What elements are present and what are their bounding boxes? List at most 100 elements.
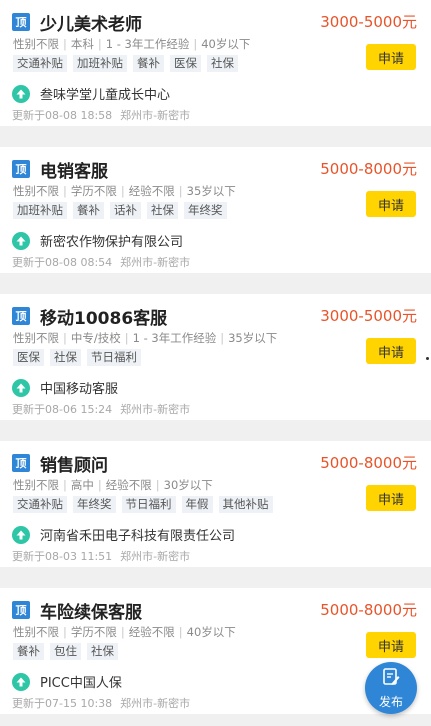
requirement: 性别不限	[13, 331, 59, 345]
benefit-tag: 医保	[170, 55, 201, 72]
job-title[interactable]: 少儿美术老师	[40, 10, 142, 35]
separator: |	[124, 331, 129, 345]
job-card[interactable]: 顶电销客服 5000-8000元 性别不限 | 学历不限 | 经验不限 | 35岁以下 加班补贴餐…	[0, 147, 431, 273]
title-row: 顶销售顾问	[12, 451, 108, 476]
separator: |	[63, 184, 67, 198]
top-badge: 顶	[12, 307, 30, 325]
job-title[interactable]: 电销客服	[40, 157, 108, 182]
benefit-tag: 社保	[147, 202, 178, 219]
title-row: 顶少儿美术老师	[12, 10, 142, 35]
requirements: 性别不限 | 学历不限 | 经验不限 | 35岁以下	[13, 183, 236, 199]
salary: 5000-8000元	[320, 601, 417, 619]
salary: 5000-8000元	[320, 454, 417, 472]
benefit-tag: 餐补	[13, 643, 44, 660]
company-row[interactable]: 河南省禾田电子科技有限责任公司	[12, 525, 235, 544]
arrow-up-icon	[12, 231, 30, 250]
company-name[interactable]: 河南省禾田电子科技有限责任公司	[40, 525, 235, 544]
requirement: 学历不限	[70, 184, 117, 198]
company-name[interactable]: 中国移动客服	[40, 378, 118, 397]
benefit-tags: 餐补 包住 社保	[13, 643, 124, 660]
updated-time: 更新于08-08 18:58	[12, 109, 113, 122]
benefit-tag: 话补	[110, 202, 141, 219]
apply-button[interactable]: 申请	[366, 632, 416, 658]
benefit-tags: 交通补贴 年终奖 节日福利 年假 其他补贴	[13, 496, 279, 513]
job-card[interactable]: 顶少儿美术老师 3000-5000元 性别不限 | 本科 | 1 - 3年工作经验 | 40岁以…	[0, 0, 431, 126]
benefit-tag: 节日福利	[121, 496, 176, 513]
post-meta: 更新于08-06 15:24 郑州市-新密市	[12, 401, 190, 417]
apply-button[interactable]: 申请	[366, 191, 416, 217]
apply-button[interactable]: 申请	[366, 485, 416, 511]
company-name[interactable]: PICC中国人保	[40, 672, 122, 691]
benefit-tags: 交通补贴 加班补贴 餐补 医保 社保	[13, 55, 244, 72]
arrow-up-icon	[12, 84, 30, 103]
updated-time: 更新于08-03 11:51	[12, 550, 113, 563]
separator: |	[120, 625, 125, 639]
post-meta: 更新于08-03 11:51 郑州市-新密市	[12, 548, 190, 564]
requirement: 经验不限	[128, 625, 175, 639]
requirements: 性别不限 | 中专/技校 | 1 - 3年工作经验 | 35岁以下	[13, 330, 277, 346]
separator: |	[63, 331, 67, 345]
separator: |	[220, 331, 225, 345]
benefit-tag: 年终奖	[73, 496, 116, 513]
separator: |	[97, 37, 102, 51]
separator: |	[155, 478, 160, 492]
post-meta: 更新于07-15 10:38 郑州市-新密市	[12, 695, 190, 711]
arrow-up-icon	[12, 378, 30, 397]
publish-button[interactable]: 发布	[365, 662, 417, 714]
top-badge: 顶	[12, 601, 30, 619]
benefit-tag: 医保	[13, 349, 44, 366]
arrow-up-icon	[12, 525, 30, 544]
requirement: 性别不限	[13, 478, 59, 492]
apply-button[interactable]: 申请	[366, 44, 416, 70]
post-meta: 更新于08-08 08:54 郑州市-新密市	[12, 254, 190, 270]
job-card[interactable]: 顶移动10086客服 3000-5000元 性别不限 | 中专/技校 | 1 - 3年工作经…	[0, 294, 431, 420]
company-row[interactable]: PICC中国人保	[12, 672, 122, 691]
page-dot	[426, 357, 429, 360]
company-name[interactable]: 叁味学堂儿童成长中心	[40, 84, 170, 103]
requirements: 性别不限 | 学历不限 | 经验不限 | 40岁以下	[13, 624, 236, 640]
benefit-tag: 年终奖	[184, 202, 227, 219]
apply-button[interactable]: 申请	[366, 338, 416, 364]
requirement: 30岁以下	[163, 478, 213, 492]
salary: 5000-8000元	[320, 160, 417, 178]
job-title[interactable]: 车险续保客服	[40, 598, 142, 623]
location: 郑州市-新密市	[120, 403, 191, 416]
location: 郑州市-新密市	[120, 550, 191, 563]
edit-icon	[381, 667, 401, 691]
company-name[interactable]: 新密农作物保护有限公司	[40, 231, 183, 250]
job-card[interactable]: 顶销售顾问 5000-8000元 性别不限 | 高中 | 经验不限 | 30岁以下 交通补贴 年终奖…	[0, 441, 431, 567]
top-badge: 顶	[12, 13, 30, 31]
requirement: 40岁以下	[201, 37, 251, 51]
benefit-tag: 餐补	[133, 55, 164, 72]
benefit-tag: 社保	[50, 349, 81, 366]
title-row: 顶移动10086客服	[12, 304, 167, 329]
requirement: 经验不限	[128, 184, 175, 198]
arrow-up-icon	[12, 672, 30, 691]
requirement: 35岁以下	[228, 331, 278, 345]
benefit-tag: 社保	[207, 55, 238, 72]
separator: |	[178, 625, 183, 639]
benefit-tag: 交通补贴	[13, 55, 67, 72]
requirements: 性别不限 | 高中 | 经验不限 | 30岁以下	[13, 477, 213, 493]
company-row[interactable]: 新密农作物保护有限公司	[12, 231, 183, 250]
separator: |	[63, 37, 67, 51]
benefit-tag: 其他补贴	[218, 496, 273, 513]
company-row[interactable]: 叁味学堂儿童成长中心	[12, 84, 170, 103]
separator: |	[193, 37, 198, 51]
requirement: 性别不限	[13, 37, 59, 51]
requirement: 性别不限	[13, 625, 59, 639]
top-badge: 顶	[12, 454, 30, 472]
benefit-tag: 交通补贴	[13, 496, 67, 513]
requirement: 本科	[70, 37, 94, 51]
benefit-tags: 加班补贴 餐补 话补 社保 年终奖	[13, 202, 233, 219]
benefit-tag: 社保	[87, 643, 118, 660]
benefit-tags: 医保 社保 节日福利	[13, 349, 147, 366]
updated-time: 更新于07-15 10:38	[12, 697, 113, 710]
publish-label: 发布	[378, 694, 403, 709]
job-title[interactable]: 移动10086客服	[40, 304, 167, 329]
requirement: 1 - 3年工作经验	[132, 331, 217, 345]
separator: |	[97, 478, 102, 492]
company-row[interactable]: 中国移动客服	[12, 378, 118, 397]
job-title[interactable]: 销售顾问	[40, 451, 108, 476]
requirement: 高中	[70, 478, 94, 492]
